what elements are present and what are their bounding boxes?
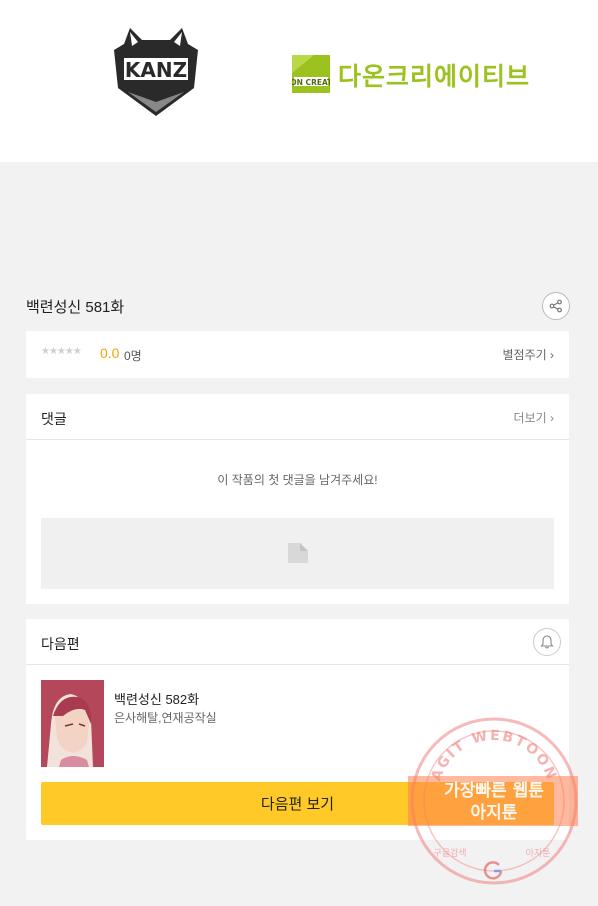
bell-icon <box>540 635 554 649</box>
image-placeholder-icon <box>288 543 308 563</box>
rating-card: ★★★★★ 0.0 0명 별점주기 › <box>26 331 569 378</box>
next-header: 다음편 <box>26 619 569 665</box>
comments-more-link[interactable]: 더보기 › <box>514 409 554 426</box>
comment-header-title: 댓글 <box>41 411 67 427</box>
svg-text:DA'ON CREATIVE: DA'ON CREATIVE <box>292 78 330 87</box>
studio-name: 다온크리에이티브 <box>338 62 531 91</box>
episode-title: 백련성신 581화 <box>26 299 125 316</box>
share-button[interactable] <box>542 292 570 320</box>
next-episode-button[interactable]: 다음편 보기 <box>41 782 554 825</box>
rate-link[interactable]: 별점주기 › <box>503 346 555 363</box>
next-episode-author: 은사해탈,연재공작실 <box>114 711 217 725</box>
share-icon <box>549 299 562 313</box>
comments-empty-message: 이 작품의 첫 댓글을 남겨주세요! <box>217 473 378 487</box>
next-episode-thumbnail[interactable] <box>41 680 104 767</box>
rating-count: 0명 <box>124 349 142 363</box>
svg-text:아지툰: 아지툰 <box>526 848 551 859</box>
rating-score: 0.0 <box>100 345 120 361</box>
svg-text:KANZ: KANZ <box>125 58 187 82</box>
next-episode-title[interactable]: 백련성신 582화 <box>114 689 199 708</box>
kanz-logo: KANZ <box>108 26 204 118</box>
ad-placeholder[interactable] <box>41 518 554 589</box>
google-icon <box>483 861 503 880</box>
daon-mark-icon: DA'ON CREATIVE <box>292 55 330 93</box>
comment-card: 댓글 더보기 › 이 작품의 첫 댓글을 남겨주세요! <box>26 394 569 604</box>
svg-text:구글검색: 구글검색 <box>433 847 466 859</box>
comment-header: 댓글 더보기 › <box>26 394 569 440</box>
next-episode-card: 다음편 백련성신 582화 은사해탈,연재공작실 다음편 보기 <box>26 619 569 840</box>
rating-stars: ★★★★★ <box>41 346 82 357</box>
top-banner: KANZ DA'ON CREATIVE 다온크리에이티브 <box>0 0 598 162</box>
subscribe-bell-button[interactable] <box>533 628 561 656</box>
next-header-title: 다음편 <box>41 636 80 652</box>
daon-creative-logo: DA'ON CREATIVE 다온크리에이티브 <box>292 55 542 95</box>
